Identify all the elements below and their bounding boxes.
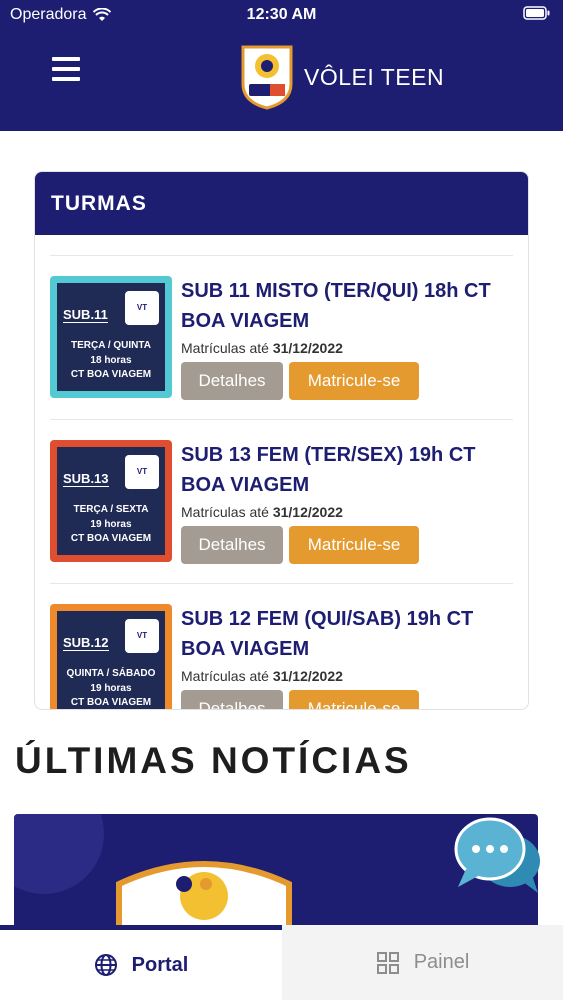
deadline-date: 31/12/2022: [272, 668, 343, 684]
deadline-label: Matrículas até: [181, 340, 269, 356]
tab-bar: Portal Painel: [0, 925, 563, 1000]
enroll-button[interactable]: Matricule-se: [289, 362, 419, 400]
tab-portal[interactable]: Portal: [0, 925, 282, 1000]
enrollment-deadline: Matrículas até 31/12/2022: [181, 504, 513, 520]
thumb-hours: 19 horas: [90, 519, 132, 530]
logo-badge: VT: [125, 455, 159, 489]
turmas-title: TURMAS: [35, 172, 528, 235]
logo: [241, 45, 293, 110]
deadline-date: 31/12/2022: [272, 504, 343, 520]
grid-icon: [376, 951, 399, 974]
enroll-button[interactable]: Matricule-se: [289, 690, 419, 709]
thumb-days: TERÇA / SEXTA: [73, 504, 149, 515]
tab-painel[interactable]: Painel: [282, 925, 563, 1000]
deadline-label: Matrículas até: [181, 504, 269, 520]
thumb-sub: SUB.12: [63, 635, 109, 651]
logo-badge: VT: [125, 291, 159, 325]
brand-title: VÔLEI TEEN: [304, 63, 445, 90]
turma-thumbnail[interactable]: VT SUB.13 TERÇA / SEXTA 19 horas CT BOA …: [50, 440, 172, 562]
details-button[interactable]: Detalhes: [181, 362, 283, 400]
enrollment-deadline: Matrículas até 31/12/2022: [181, 340, 513, 356]
logo-badge: VT: [125, 619, 159, 653]
thumb-place: CT BOA VIAGEM: [70, 697, 152, 708]
status-time: 12:30 AM: [246, 6, 317, 23]
thumb-days: TERÇA / QUINTA: [71, 340, 151, 351]
brand[interactable]: VÔLEI TEEN: [240, 44, 444, 110]
turma-thumbnail[interactable]: VT SUB.12 QUINTA / SÁBADO 19 horas CT BO…: [50, 604, 172, 709]
turma-item: VT SUB.13 TERÇA / SEXTA 19 horas CT BOA …: [50, 420, 513, 584]
enroll-button[interactable]: Matricule-se: [289, 526, 419, 564]
thumb-days: QUINTA / SÁBADO: [66, 668, 156, 679]
turma-title[interactable]: SUB 13 FEM (TER/SEX) 19h CT BOA VIAGEM: [181, 440, 513, 500]
thumb-place: CT BOA VIAGEM: [70, 369, 152, 380]
thumb-sub: SUB.13: [63, 471, 109, 487]
turmas-card: TURMAS VT SUB.11 TERÇA / QUINTA 18 horas…: [34, 171, 529, 710]
app-header: Operadora 12:30 AM VÔLEI TEEN: [0, 0, 563, 131]
tab-portal-label: Portal: [131, 953, 189, 976]
thumb-place: CT BOA VIAGEM: [70, 533, 152, 544]
thumb-sub: SUB.11: [63, 307, 108, 323]
turma-title[interactable]: SUB 11 MISTO (TER/QUI) 18h CT BOA VIAGEM: [181, 276, 513, 336]
turmas-list[interactable]: VT SUB.11 TERÇA / QUINTA 18 horas CT BOA…: [35, 235, 528, 709]
thumb-hours: 18 horas: [90, 355, 132, 366]
hamburger-icon[interactable]: [52, 57, 80, 83]
tab-painel-label: Painel: [413, 951, 470, 973]
details-button[interactable]: Detalhes: [181, 690, 283, 709]
thumb-hours: 19 horas: [90, 683, 132, 694]
details-button[interactable]: Detalhes: [181, 526, 283, 564]
status-bar: Operadora 12:30 AM: [0, 0, 563, 30]
turma-item: VT SUB.11 TERÇA / QUINTA 18 horas CT BOA…: [50, 256, 513, 420]
chat-bubbles-icon[interactable]: [452, 815, 544, 895]
turma-item: VT SUB.12 QUINTA / SÁBADO 19 horas CT BO…: [50, 584, 513, 709]
deadline-label: Matrículas até: [181, 668, 269, 684]
battery-icon: [523, 6, 551, 25]
turma-title[interactable]: SUB 12 FEM (QUI/SAB) 19h CT BOA VIAGEM: [181, 604, 513, 664]
enrollment-deadline: Matrículas até 31/12/2022: [181, 668, 513, 684]
globe-icon: [94, 954, 117, 976]
turma-thumbnail[interactable]: VT SUB.11 TERÇA / QUINTA 18 horas CT BOA…: [50, 276, 172, 398]
deadline-date: 31/12/2022: [272, 340, 343, 356]
news-section-title: ÚLTIMAS NOTÍCIAS: [15, 740, 412, 781]
